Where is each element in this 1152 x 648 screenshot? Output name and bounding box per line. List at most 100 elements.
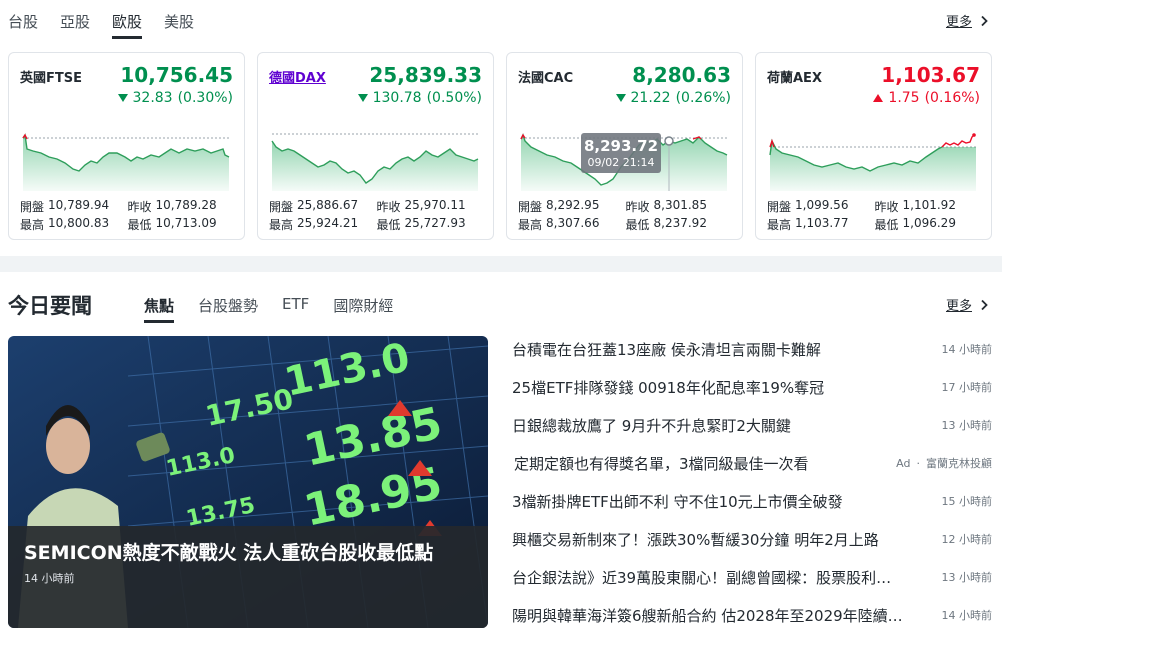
list-item[interactable]: 日銀總裁放鷹了 9月升不升息緊盯2大關鍵 13 小時前 — [512, 406, 992, 444]
more-news-link[interactable]: 更多 — [946, 295, 990, 314]
headline-title[interactable]: 台積電在台狂蓋13座廠 侯永清坦言兩關卡難解 — [512, 339, 821, 360]
change-value: 130.78 — [372, 90, 422, 106]
headline-title[interactable]: 台企銀法說》近39萬股東關心！副總曾國樑：股票股利… — [512, 567, 891, 588]
low-value: 1,096.29 — [902, 215, 956, 230]
prev-close-label: 昨收 — [625, 199, 650, 214]
hero-caption: SEMICON熱度不敵戰火 法人重砍台股收最低點 14 小時前 — [8, 526, 488, 628]
index-card-ftse[interactable]: 英國FTSE 10,756.45 32.83 (0.30%) 開盤 10,789.… — [8, 52, 245, 240]
list-item[interactable]: 興櫃交易新制來了！漲跌30%暫緩30分鐘 明年2月上路 12 小時前 — [512, 520, 992, 558]
headline-title[interactable]: 興櫃交易新制來了！漲跌30%暫緩30分鐘 明年2月上路 — [512, 529, 879, 550]
index-stats: 開盤 10,789.94 昨收 10,789.28 最高 10,800.83 最低 10… — [20, 197, 235, 233]
change-percent: (0.16%) — [924, 90, 980, 106]
list-item[interactable]: 3檔新掛牌ETF出師不利 守不住10元上市價全破發 15 小時前 — [512, 482, 992, 520]
open-label: 開盤 — [20, 199, 45, 214]
low-value: 8,237.92 — [653, 215, 707, 230]
index-stats: 開盤 1,099.56 昨收 1,101.92 最高 1,103.77 最低 1,096… — [767, 197, 982, 233]
hero-timestamp: 14 小時前 — [24, 572, 75, 585]
ad-item[interactable]: 定期定額也有得獎名單，3檔同級最佳一次看 Ad · 富蘭克林投顧 — [512, 444, 992, 482]
prev-close-value: 1,101.92 — [902, 197, 956, 212]
down-triangle-icon — [117, 94, 128, 102]
open-label: 開盤 — [518, 199, 543, 214]
change-percent: (0.30%) — [177, 90, 233, 106]
prev-close-value: 10,789.28 — [155, 197, 217, 212]
low-value: 10,713.09 — [155, 215, 217, 230]
headline-time: 12 小時前 — [941, 533, 993, 546]
index-change: 1.75 (0.16%) — [873, 90, 980, 106]
index-change: 21.22 (0.26%) — [615, 90, 731, 106]
more-markets-link[interactable]: 更多 — [946, 11, 990, 30]
low-label: 最低 — [376, 217, 401, 232]
tab-us-stocks[interactable]: 美股 — [164, 0, 194, 39]
tab-europe-stocks[interactable]: 歐股 — [112, 0, 143, 39]
more-news-label: 更多 — [945, 299, 972, 314]
ad-title[interactable]: 定期定額也有得獎名單，3檔同級最佳一次看 — [512, 453, 809, 474]
chevron-right-icon — [981, 299, 988, 310]
ad-meta: Ad · 富蘭克林投顧 — [896, 455, 992, 471]
section-divider — [0, 256, 1002, 272]
sparkline-chart — [769, 133, 976, 191]
hero-headline[interactable]: SEMICON熱度不敵戰火 法人重砍台股收最低點 — [24, 540, 472, 567]
change-percent: (0.26%) — [675, 90, 731, 106]
prev-close-value: 8,301.85 — [653, 197, 707, 212]
change-value: 1.75 — [888, 90, 920, 106]
tab-intl-finance[interactable]: 國際財經 — [333, 288, 393, 323]
news-tabs: 焦點 台股盤勢 ETF 國際財經 — [144, 288, 417, 324]
high-label: 最高 — [20, 217, 45, 232]
tab-tw-market[interactable]: 台股盤勢 — [198, 288, 258, 323]
low-label: 最低 — [874, 217, 899, 232]
index-card-cac[interactable]: 法國CAC 8,280.63 21.22 (0.26%) 8,293.72 09… — [506, 52, 743, 240]
tab-tw-stocks[interactable]: 台股 — [8, 0, 38, 39]
index-stats: 開盤 25,886.67 昨收 25,970.11 最高 25,924.21 最低 25… — [269, 197, 484, 233]
low-value: 25,727.93 — [404, 215, 466, 230]
list-item[interactable]: 25檔ETF排隊發錢 00918年化配息率19%奪冠 17 小時前 — [512, 368, 992, 406]
headline-list: 台積電在台狂蓋13座廠 侯永清坦言兩關卡難解 14 小時前 25檔ETF排隊發錢… — [512, 330, 992, 634]
hero-story[interactable]: 17.50 113.0 113.0 13.85 18.95 13.75 SEMI… — [8, 336, 488, 628]
index-change: 130.78 (0.50%) — [357, 90, 482, 106]
index-card-dax[interactable]: 德國DAX 25,839.33 130.78 (0.50%) 開盤 25,886.… — [257, 52, 494, 240]
news-section-title: 今日要聞 — [8, 294, 92, 318]
tab-asia-stocks[interactable]: 亞股 — [60, 0, 90, 39]
high-label: 最高 — [767, 217, 792, 232]
low-label: 最低 — [625, 217, 650, 232]
index-price: 8,280.63 — [632, 63, 731, 87]
tooltip-value: 8,293.72 — [583, 137, 659, 155]
index-change: 32.83 (0.30%) — [117, 90, 233, 106]
open-value: 1,099.56 — [795, 197, 849, 212]
headline-title[interactable]: 陽明與韓華海洋簽6艘新船合約 估2028年至2029年陸續… — [512, 605, 903, 626]
headline-time: 14 小時前 — [941, 609, 993, 622]
high-value: 8,307.66 — [546, 215, 600, 230]
index-card-aex[interactable]: 荷蘭AEX 1,103.67 1.75 (0.16%) 開盤 1,099.56 昨… — [755, 52, 992, 240]
index-name-link[interactable]: 德國DAX — [269, 67, 326, 86]
headline-time: 14 小時前 — [941, 343, 993, 356]
list-item[interactable]: 台積電在台狂蓋13座廠 侯永清坦言兩關卡難解 14 小時前 — [512, 330, 992, 368]
open-value: 8,292.95 — [546, 197, 600, 212]
sparkline-chart — [22, 133, 230, 191]
chart-tooltip: 8,293.72 09/02 21:14 — [581, 133, 661, 173]
headline-title[interactable]: 25檔ETF排隊發錢 00918年化配息率19%奪冠 — [512, 377, 824, 398]
high-label: 最高 — [269, 217, 294, 232]
tab-etf[interactable]: ETF — [282, 288, 309, 323]
index-name: 荷蘭AEX — [767, 71, 822, 86]
list-item[interactable]: 陽明與韓華海洋簽6艘新船合約 估2028年至2029年陸續… 14 小時前 — [512, 596, 992, 634]
list-item[interactable]: 台企銀法說》近39萬股東關心！副總曾國樑：股票股利… 13 小時前 — [512, 558, 992, 596]
index-name: 英國FTSE — [20, 71, 82, 86]
index-price: 25,839.33 — [369, 63, 482, 87]
sparkline-chart — [271, 133, 479, 191]
prev-close-label: 昨收 — [874, 199, 899, 214]
more-markets-label: 更多 — [945, 15, 972, 30]
change-percent: (0.50%) — [426, 90, 482, 106]
headline-title[interactable]: 3檔新掛牌ETF出師不利 守不住10元上市價全破發 — [512, 491, 843, 512]
prev-close-value: 25,970.11 — [404, 197, 466, 212]
change-value: 21.22 — [630, 90, 671, 106]
high-label: 最高 — [518, 217, 543, 232]
headline-time: 15 小時前 — [941, 495, 993, 508]
open-value: 25,886.67 — [297, 197, 359, 212]
index-price: 1,103.67 — [881, 63, 980, 87]
tooltip-time: 09/02 21:14 — [587, 156, 655, 169]
tab-focus[interactable]: 焦點 — [144, 288, 175, 323]
high-value: 1,103.77 — [795, 215, 849, 230]
headline-title[interactable]: 日銀總裁放鷹了 9月升不升息緊盯2大關鍵 — [512, 415, 791, 436]
down-triangle-icon — [615, 94, 626, 102]
high-value: 25,924.21 — [297, 215, 359, 230]
headline-time: 13 小時前 — [941, 419, 993, 432]
